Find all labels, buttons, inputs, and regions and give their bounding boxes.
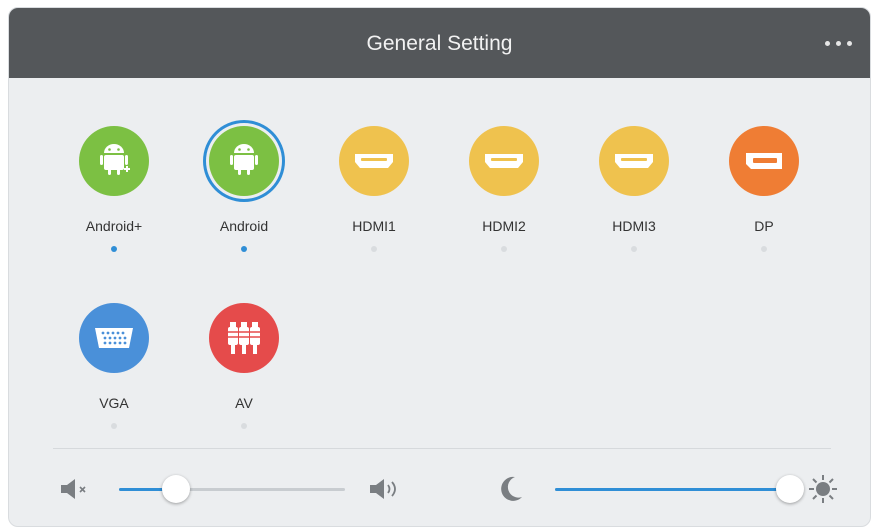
vga-icon <box>79 303 149 373</box>
status-dot <box>761 246 767 252</box>
page-title: General Setting <box>366 32 513 55</box>
status-dot <box>241 246 247 252</box>
hdmi-icon <box>339 126 409 196</box>
status-dot <box>631 246 637 252</box>
av-rca-icon <box>209 303 279 373</box>
moon-icon[interactable] <box>495 473 527 505</box>
general-setting-panel: General Setting Android+ Android HDMI1 H… <box>8 7 871 527</box>
source-android-plus[interactable]: Android+ <box>59 126 169 252</box>
source-label: Android+ <box>85 218 143 234</box>
source-hdmi1[interactable]: HDMI1 <box>319 126 429 252</box>
source-hdmi2[interactable]: HDMI2 <box>449 126 559 252</box>
hdmi-icon <box>469 126 539 196</box>
source-label: VGA <box>99 395 129 411</box>
source-android[interactable]: Android <box>189 126 299 252</box>
more-options-icon[interactable] <box>816 30 860 56</box>
status-dot <box>111 246 117 252</box>
volume-mute-icon[interactable] <box>57 476 93 502</box>
source-label: AV <box>235 395 253 411</box>
source-label: HDMI1 <box>352 218 396 234</box>
source-vga[interactable]: VGA <box>59 303 169 429</box>
volume-slider[interactable] <box>119 475 345 503</box>
android-icon <box>209 126 279 196</box>
hdmi-icon <box>599 126 669 196</box>
status-dot <box>111 423 117 429</box>
brightness-slider-handle[interactable] <box>776 475 805 503</box>
volume-high-icon[interactable] <box>365 476 405 502</box>
source-hdmi3[interactable]: HDMI3 <box>579 126 689 252</box>
status-dot <box>241 423 247 429</box>
status-dot <box>501 246 507 252</box>
divider <box>53 448 831 449</box>
source-label: Android <box>219 218 269 234</box>
source-dp[interactable]: DP <box>709 126 819 252</box>
brightness-slider-fill <box>555 488 791 491</box>
source-label: HDMI3 <box>612 218 656 234</box>
brightness-slider[interactable] <box>555 475 805 503</box>
source-label: HDMI2 <box>482 218 526 234</box>
status-dot <box>371 246 377 252</box>
source-label: DP <box>754 218 774 234</box>
sun-icon[interactable] <box>805 472 841 506</box>
volume-slider-handle[interactable] <box>161 475 190 503</box>
source-av[interactable]: AV <box>189 303 299 429</box>
header-bar: General Setting <box>9 8 870 78</box>
displayport-icon <box>729 126 799 196</box>
android-plus-icon <box>79 126 149 196</box>
